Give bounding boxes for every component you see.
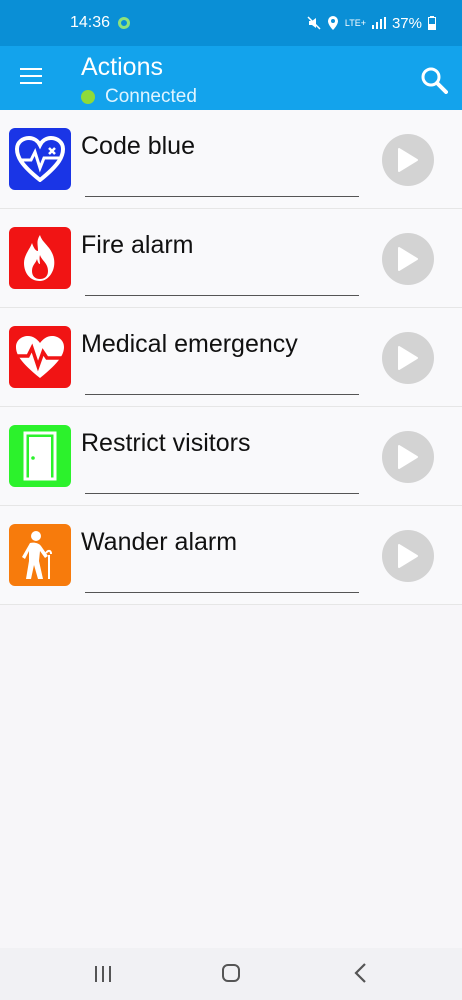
recent-apps-icon[interactable] xyxy=(94,966,112,982)
divider xyxy=(85,394,359,395)
home-icon[interactable] xyxy=(222,964,240,982)
search-button[interactable] xyxy=(420,66,448,94)
play-button[interactable] xyxy=(382,332,434,384)
status-icons: LTE+ 37% xyxy=(307,15,436,32)
fire-alarm-tile xyxy=(9,227,71,289)
back-icon[interactable] xyxy=(352,962,370,984)
page-title: Actions xyxy=(81,53,163,81)
heart-ecg-icon xyxy=(15,136,65,182)
system-nav-bar xyxy=(0,948,462,1000)
divider xyxy=(85,493,359,494)
status-time: 14:36 xyxy=(70,14,111,31)
play-button[interactable] xyxy=(382,233,434,285)
connection-status: Connected xyxy=(81,86,197,108)
action-item-fire-alarm[interactable]: Fire alarm xyxy=(0,209,462,308)
action-item-code-blue[interactable]: Code blue xyxy=(0,110,462,209)
menu-icon xyxy=(20,68,42,70)
play-button[interactable] xyxy=(382,134,434,186)
play-button[interactable] xyxy=(382,530,434,582)
divider xyxy=(85,196,359,197)
code-blue-tile xyxy=(9,128,71,190)
action-list: Code blue Fire alarm Medical emergency R… xyxy=(0,110,462,605)
door-icon xyxy=(23,431,57,481)
action-label: Fire alarm xyxy=(81,231,194,259)
connection-status-text: Connected xyxy=(105,86,197,107)
action-item-restrict-visitors[interactable]: Restrict visitors xyxy=(0,407,462,506)
battery-icon xyxy=(428,16,436,30)
wander-alarm-tile xyxy=(9,524,71,586)
status-bar: 14:36 LTE+ 37% xyxy=(0,0,462,46)
divider xyxy=(85,295,359,296)
elderly-person-icon xyxy=(22,531,52,579)
play-button[interactable] xyxy=(382,431,434,483)
battery-percent: 37% xyxy=(391,14,422,32)
action-item-wander-alarm[interactable]: Wander alarm xyxy=(0,506,462,605)
restrict-visitors-tile xyxy=(9,425,71,487)
connection-indicator-icon xyxy=(81,90,95,104)
search-icon xyxy=(421,67,448,94)
app-bar: Actions Connected xyxy=(0,46,462,110)
play-icon xyxy=(398,544,418,568)
medical-emergency-tile xyxy=(9,326,71,388)
action-label: Code blue xyxy=(81,132,195,160)
mute-icon xyxy=(307,16,321,30)
signal-icon xyxy=(371,17,386,29)
play-icon xyxy=(398,148,418,172)
menu-button[interactable] xyxy=(20,68,42,86)
play-icon xyxy=(398,346,418,370)
heart-pulse-icon xyxy=(16,336,64,378)
fire-icon xyxy=(24,235,55,281)
action-item-medical-emergency[interactable]: Medical emergency xyxy=(0,308,462,407)
play-icon xyxy=(398,445,418,469)
divider xyxy=(85,592,359,593)
action-label: Medical emergency xyxy=(81,330,298,358)
location-icon xyxy=(327,16,338,30)
action-label: Wander alarm xyxy=(81,528,238,556)
play-icon xyxy=(398,247,418,271)
network-type: LTE+ xyxy=(344,17,366,28)
notification-dot-icon xyxy=(118,17,131,29)
action-label: Restrict visitors xyxy=(81,429,251,457)
